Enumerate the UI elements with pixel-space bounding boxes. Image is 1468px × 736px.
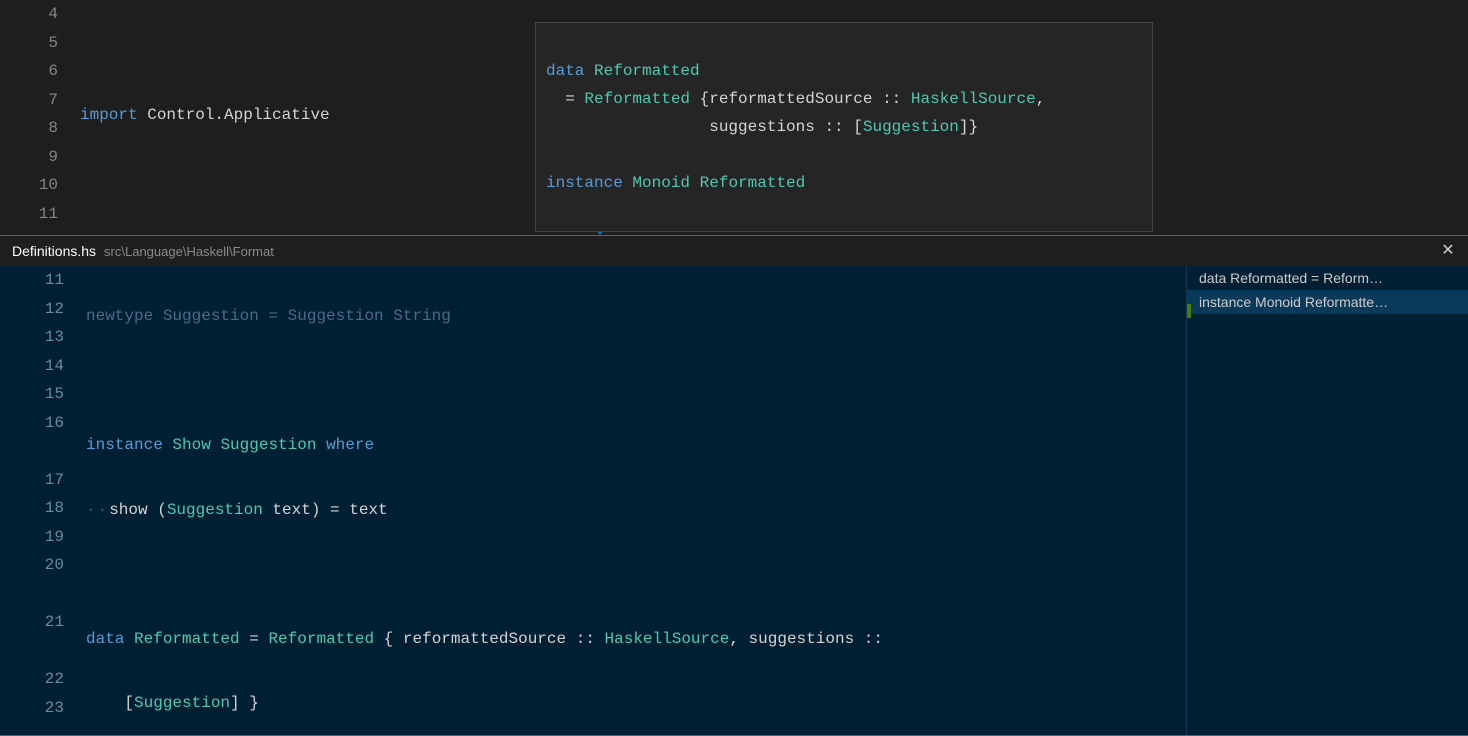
keyword: instance	[546, 174, 632, 192]
code-line[interactable]: data Reformatted = Reformatted { reforma…	[86, 625, 1186, 654]
line-number: 5	[0, 29, 58, 58]
code-text: { reformattedSource ::	[374, 630, 604, 648]
type-name: HaskellSource	[605, 630, 730, 648]
code-text: ]}	[959, 118, 978, 136]
line-number: 22	[0, 665, 64, 694]
peek-body: 11 12 13 14 15 16 17 18 19 20 21 22 23 n…	[0, 266, 1468, 735]
line-number	[0, 437, 64, 466]
code-text: text) = text	[263, 501, 388, 519]
keyword: import	[80, 106, 138, 124]
line-number: 13	[0, 323, 64, 352]
type-name: Reformatted	[594, 62, 700, 80]
type-name: Suggestion	[167, 501, 263, 519]
type-name: Reformatted	[268, 630, 374, 648]
code-line[interactable]: newtype Suggestion = Suggestion String	[86, 302, 1186, 331]
editor-gutter: 4 5 6 7 8 9 10 11	[0, 0, 70, 235]
type-name: Reformatted	[700, 174, 806, 192]
line-number: 7	[0, 86, 58, 115]
line-number: 4	[0, 0, 58, 29]
code-line[interactable]	[86, 560, 1186, 589]
editor-main[interactable]: 4 5 6 7 8 9 10 11 import Control.Applica…	[0, 0, 1468, 235]
code-line-wrap[interactable]: [Suggestion] }	[86, 689, 1186, 718]
code-line[interactable]: instance Show Suggestion where	[86, 431, 1186, 460]
peek-filename: Definitions.hs	[12, 243, 96, 259]
peek-code-lines[interactable]: newtype Suggestion = Suggestion String i…	[86, 266, 1186, 735]
keyword: data	[86, 630, 134, 648]
code-text: show (	[109, 501, 167, 519]
line-number: 9	[0, 143, 58, 172]
peek-gutter: 11 12 13 14 15 16 17 18 19 20 21 22 23	[0, 266, 76, 735]
keyword: instance	[86, 436, 172, 454]
type-name: Reformatted	[134, 630, 240, 648]
line-number: 21	[0, 608, 64, 637]
line-number	[0, 637, 64, 666]
overview-marker-icon	[1187, 304, 1191, 318]
code-text: , suggestions ::	[729, 630, 883, 648]
line-number: 10	[0, 171, 58, 200]
line-number: 12	[0, 295, 64, 324]
line-number: 6	[0, 57, 58, 86]
peek-filepath: src\Language\Haskell\Format	[104, 244, 274, 259]
code-text: =	[240, 630, 269, 648]
type-name: Suggestion	[220, 436, 316, 454]
peek-header: Definitions.hs src\Language\Haskell\Form…	[0, 236, 1468, 266]
line-number: 18	[0, 494, 64, 523]
keyword: data	[546, 62, 594, 80]
line-number: 15	[0, 380, 64, 409]
peek-reference-list[interactable]: data Reformatted = Reform… instance Mono…	[1186, 266, 1468, 735]
type-name: Monoid	[632, 174, 690, 192]
reference-item-selected[interactable]: instance Monoid Reformatte…	[1187, 290, 1468, 314]
code-line[interactable]: ··show (Suggestion text) = text	[86, 496, 1186, 525]
type-name: Suggestion	[134, 694, 230, 712]
type-name: Show	[172, 436, 210, 454]
line-number: 14	[0, 352, 64, 381]
reference-item[interactable]: data Reformatted = Reform…	[1187, 266, 1468, 290]
code-text: suggestions :: [	[546, 118, 863, 136]
type-name: Reformatted	[584, 90, 690, 108]
peek-definition-panel[interactable]: Definitions.hs src\Language\Haskell\Form…	[0, 235, 1468, 736]
code-text: Control.Applicative	[138, 106, 330, 124]
line-number: 23	[0, 694, 64, 723]
code-text: =	[546, 90, 584, 108]
code-text: ] }	[230, 694, 259, 712]
line-number: 19	[0, 523, 64, 552]
peek-editor[interactable]: 11 12 13 14 15 16 17 18 19 20 21 22 23 n…	[0, 266, 1186, 735]
line-number: 11	[0, 266, 64, 295]
code-line[interactable]	[86, 367, 1186, 396]
code-text: [	[124, 694, 134, 712]
type-name: Suggestion	[863, 118, 959, 136]
hover-tooltip: data Reformatted = Reformatted {reformat…	[535, 22, 1153, 232]
line-number: 11	[0, 200, 58, 229]
line-number: 16	[0, 409, 64, 438]
type-name: HaskellSource	[911, 90, 1036, 108]
line-number	[0, 580, 64, 609]
line-number: 17	[0, 466, 64, 495]
line-number: 8	[0, 114, 58, 143]
close-icon[interactable]: ✕	[1438, 240, 1458, 260]
keyword: where	[326, 436, 374, 454]
code-text: ,	[1036, 90, 1046, 108]
code-text: {reformattedSource ::	[690, 90, 911, 108]
line-number: 20	[0, 551, 64, 580]
